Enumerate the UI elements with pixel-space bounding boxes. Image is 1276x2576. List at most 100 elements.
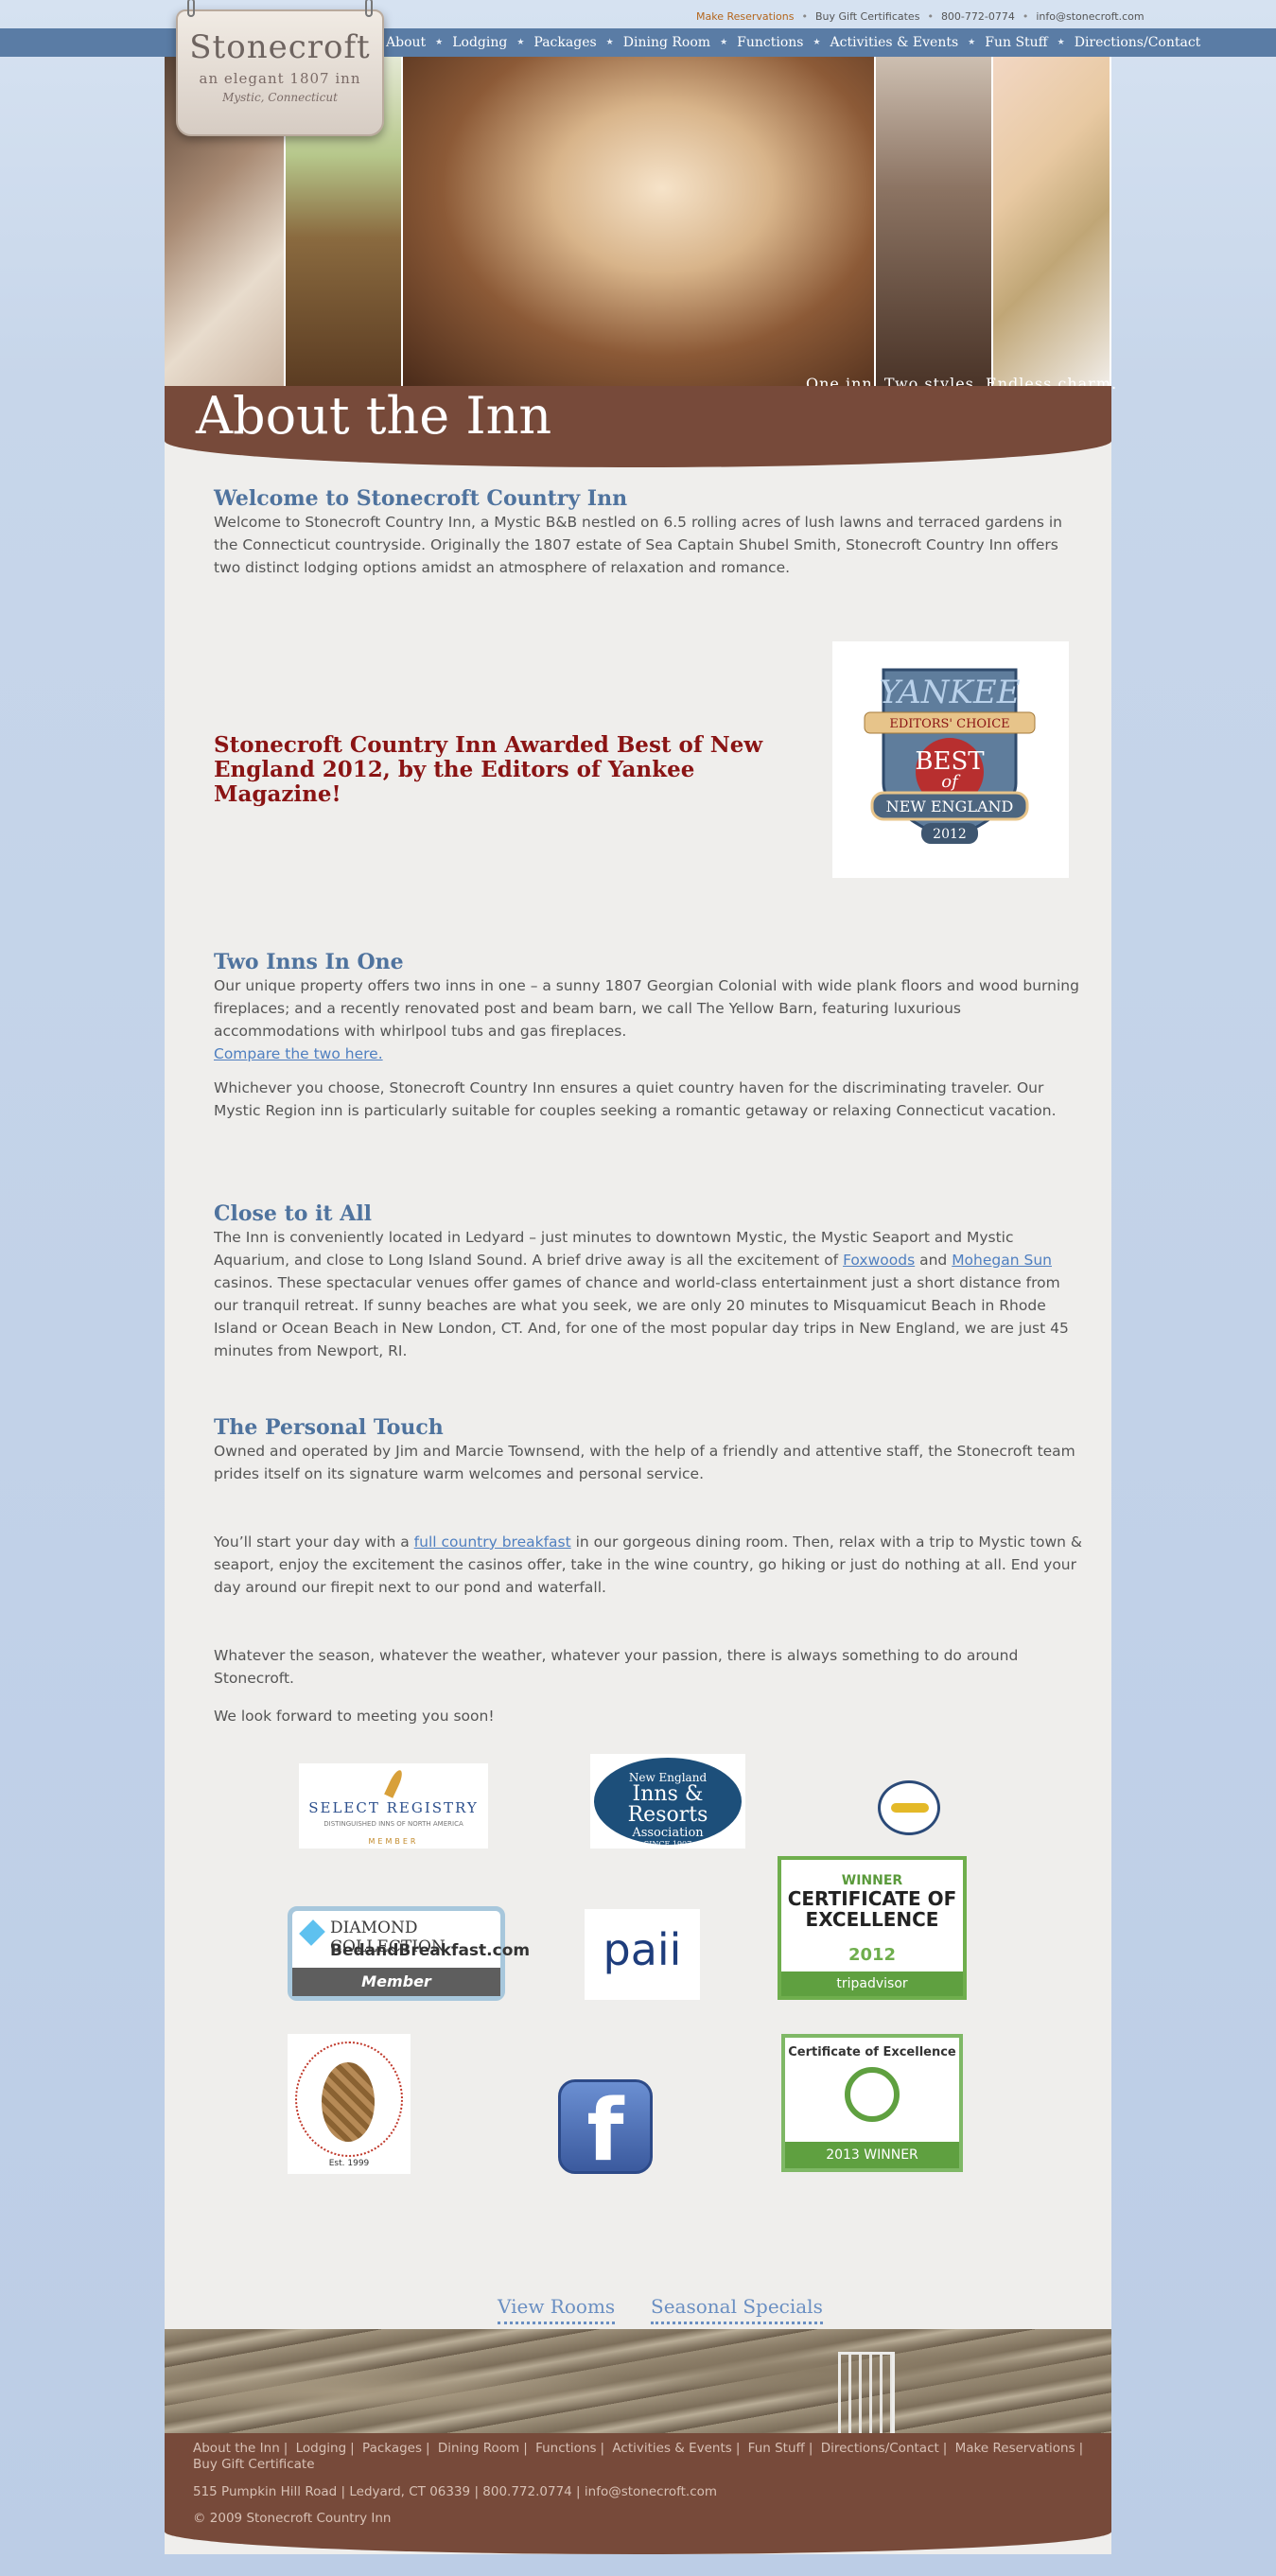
cert2012-brand: tripadvisor: [781, 1971, 963, 1996]
footer-link-dining[interactable]: Dining Room: [438, 2441, 519, 2456]
footer-address: 515 Pumpkin Hill Road | Ledyard, CT 0633…: [193, 2484, 718, 2499]
diamond-collection-logo[interactable]: DIAMOND COLLECTION BedandBreakfast.com M…: [288, 1906, 530, 2001]
close-heading: Close to it All: [214, 1201, 373, 1226]
close-section: Close to it All The Inn is conveniently …: [214, 1201, 1084, 1362]
yankee-award-badge: YANKEE EDITORS' CHOICE BEST of NEW ENGLA…: [832, 641, 1069, 878]
neira-l4: SINCE 1907: [643, 1840, 692, 1849]
award-announcement: Stonecroft Country Inn Awarded Best of N…: [214, 732, 763, 807]
star-icon: ★: [516, 38, 525, 47]
star-icon: ★: [605, 38, 614, 47]
separator: |: [808, 2441, 813, 2456]
two-inns-text: Our unique property offers two inns in o…: [214, 977, 1079, 1040]
footer-link-reservations[interactable]: Make Reservations: [955, 2441, 1075, 2456]
best-of-new-england-icon: YANKEE EDITORS' CHOICE BEST of NEW ENGLA…: [864, 668, 1036, 844]
hero-photo-lamp: [993, 57, 1111, 386]
nav-lodging[interactable]: Lodging: [452, 35, 507, 50]
innsofnewengland-logo[interactable]: Est. 1999: [288, 2034, 411, 2174]
foxwoods-link[interactable]: Foxwoods: [843, 1252, 915, 1269]
footer-link-lodging[interactable]: Lodging: [296, 2441, 347, 2456]
top-links: Make Reservations • Buy Gift Certificates •…: [696, 10, 1145, 23]
paii-logo[interactable]: paii: [585, 1909, 700, 2000]
select-registry-logo[interactable]: SELECT REGISTRY DISTINGUISHED INNS OF NO…: [299, 1763, 488, 1849]
nav-directions-contact[interactable]: Directions/Contact: [1075, 35, 1201, 50]
seasonal-specials-link[interactable]: Seasonal Specials: [651, 2295, 823, 2324]
separator: |: [426, 2441, 430, 2456]
footer: About the Inn | Lodging | Packages | Dining…: [165, 2433, 1111, 2554]
footer-link-directions[interactable]: Directions/Contact: [821, 2441, 939, 2456]
neira-oval: New England Inns & Resorts Association S…: [594, 1758, 742, 1849]
cert2013-bar: 2013 WINNER: [785, 2142, 959, 2168]
bed-breakfast-key-logo[interactable]: [874, 1780, 944, 1837]
cert2013-title: Certificate of Excellence: [788, 2045, 956, 2059]
personal-text4: We look forward to meeting you soon!: [214, 1708, 495, 1725]
diamond-member: Member: [292, 1968, 500, 1996]
close-text: The Inn is conveniently located in Ledya…: [214, 1226, 1084, 1362]
nav-dining-room[interactable]: Dining Room: [623, 35, 710, 50]
close-and: and: [915, 1252, 953, 1269]
star-icon: ★: [720, 38, 728, 47]
pineapple-icon: [322, 2062, 375, 2142]
page: Make Reservations • Buy Gift Certificates •…: [0, 0, 1276, 2576]
logo-name: Stonecroft: [189, 28, 371, 66]
welcome-section: Welcome to Stonecroft Country Inn Welcom…: [214, 486, 1084, 579]
two-inns-text2: Whichever you choose, Stonecroft Country…: [214, 1079, 1057, 1119]
owl-icon: [845, 2067, 900, 2122]
nav-functions[interactable]: Functions: [737, 35, 803, 50]
personal-heading: The Personal Touch: [214, 1415, 444, 1440]
feather-icon: [384, 1768, 405, 1798]
make-reservations-link[interactable]: Make Reservations: [696, 10, 794, 23]
separator: •: [927, 10, 934, 23]
hero-photo-bedroom: [403, 57, 876, 386]
star-icon: ★: [968, 38, 976, 47]
tripadvisor-2013-certificate[interactable]: Certificate of Excellence 2013 WINNER: [781, 2034, 963, 2172]
mohegan-sun-link[interactable]: Mohegan Sun: [952, 1252, 1052, 1269]
compare-link[interactable]: Compare the two here.: [214, 1045, 383, 1062]
gift-certificates-link[interactable]: Buy Gift Certificates: [815, 10, 919, 23]
logo-location: Mystic, Connecticut: [222, 91, 338, 104]
neira-logo[interactable]: New England Inns & Resorts Association S…: [590, 1754, 745, 1849]
footer-link-about[interactable]: About the Inn: [193, 2441, 280, 2456]
star-icon: ★: [1057, 38, 1065, 47]
key-icon: [891, 1803, 929, 1813]
personal-section: The Personal Touch Owned and operated by…: [214, 1415, 1084, 1727]
footer-copyright: © 2009 Stonecroft Country Inn: [193, 2511, 392, 2526]
footer-link-fun-stuff[interactable]: Fun Stuff: [748, 2441, 805, 2456]
select-registry-sub: DISTINGUISHED INNS OF NORTH AMERICA: [323, 1820, 463, 1828]
personal-text3: Whatever the season, whatever the weathe…: [214, 1647, 1019, 1687]
breakfast-link[interactable]: full country breakfast: [414, 1533, 571, 1551]
footer-link-functions[interactable]: Functions: [535, 2441, 596, 2456]
separator: |: [1078, 2441, 1084, 2456]
facebook-icon[interactable]: f: [558, 2079, 653, 2181]
badge-yankee: YANKEE: [879, 674, 1020, 711]
nav-activities-events[interactable]: Activities & Events: [830, 35, 959, 50]
footer-link-packages[interactable]: Packages: [362, 2441, 422, 2456]
pineapple-est: Est. 1999: [328, 2159, 370, 2168]
nav-fun-stuff[interactable]: Fun Stuff: [985, 35, 1047, 50]
separator: |: [600, 2441, 605, 2456]
close-text-b: casinos. These spectacular venues offer …: [214, 1274, 1069, 1359]
footer-links: About the Inn | Lodging | Packages | Dining…: [193, 2441, 1092, 2473]
hero-photo-fireplace: [876, 57, 993, 386]
footer-link-gift[interactable]: Buy Gift Certificate: [193, 2457, 315, 2472]
view-rooms-link[interactable]: View Rooms: [498, 2295, 616, 2324]
cert2012-title: CERTIFICATE OF EXCELLENCE: [787, 1887, 957, 1931]
two-inns-section: Two Inns In One Our unique property offe…: [214, 950, 1084, 1122]
email-link[interactable]: info@stonecroft.com: [1036, 10, 1144, 23]
two-inns-heading: Two Inns In One: [214, 950, 404, 974]
cert2012-winner: WINNER: [841, 1873, 903, 1888]
separator: |: [523, 2441, 528, 2456]
diamond-icon: [299, 1919, 325, 1946]
logo-subtitle: an elegant 1807 inn: [199, 70, 361, 87]
personal-text: Owned and operated by Jim and Marcie Tow…: [214, 1443, 1075, 1482]
welcome-heading: Welcome to Stonecroft Country Inn: [214, 486, 628, 511]
site-logo[interactable]: Stonecroft an elegant 1807 inn Mystic, C…: [176, 0, 384, 136]
nav-about[interactable]: About: [386, 35, 426, 50]
sign-hook-icon: [365, 0, 373, 17]
tripadvisor-2012-certificate[interactable]: WINNER CERTIFICATE OF EXCELLENCE 2012 tr…: [778, 1856, 967, 2000]
star-icon: ★: [435, 38, 444, 47]
star-icon: ★: [813, 38, 821, 47]
footer-link-activities[interactable]: Activities & Events: [612, 2441, 731, 2456]
main-nav: About ★ Lodging ★ Packages ★ Dining Room ★ F…: [386, 28, 1200, 57]
nav-packages[interactable]: Packages: [533, 35, 596, 50]
phone-number: 800-772-0774: [940, 10, 1015, 23]
